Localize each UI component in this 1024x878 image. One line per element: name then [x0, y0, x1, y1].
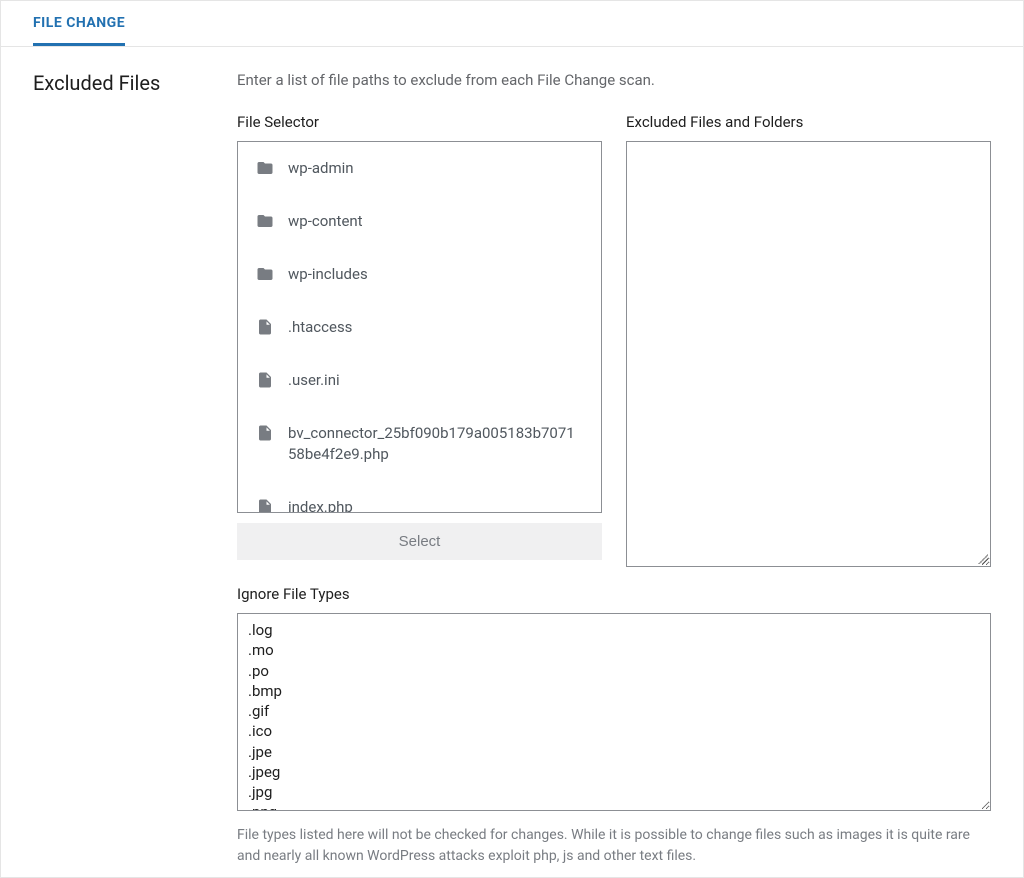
tab-bar: FILE CHANGE — [1, 1, 1023, 47]
section-title: Excluded Files — [33, 71, 213, 95]
ignore-help-text: File types listed here will not be check… — [237, 825, 991, 867]
folder-icon — [256, 265, 274, 283]
file-list[interactable]: wp-admin wp-content wp-includes .htaccess .u… — [238, 142, 601, 512]
file-item-label: wp-content — [288, 211, 363, 232]
section-description: Enter a list of file paths to exclude fr… — [237, 71, 991, 89]
file-icon — [256, 318, 274, 336]
list-item[interactable]: wp-includes — [238, 248, 601, 301]
tab-file-change[interactable]: FILE CHANGE — [33, 1, 125, 46]
file-selector-box: wp-admin wp-content wp-includes .htaccess .u… — [237, 141, 602, 513]
list-item[interactable]: .user.ini — [238, 354, 601, 407]
file-item-label: wp-admin — [288, 158, 354, 179]
file-selector-label: File Selector — [237, 113, 602, 131]
list-item[interactable]: index.php — [238, 481, 601, 512]
list-item[interactable]: .htaccess — [238, 301, 601, 354]
file-item-label: index.php — [288, 497, 353, 512]
file-icon — [256, 371, 274, 389]
ignore-label: Ignore File Types — [237, 585, 991, 603]
folder-icon — [256, 159, 274, 177]
file-item-label: wp-includes — [288, 264, 368, 285]
list-item[interactable]: bv_connector_25bf090b179a005183b707158be… — [238, 407, 601, 481]
excluded-files-box[interactable] — [626, 141, 991, 567]
list-item[interactable]: wp-admin — [238, 142, 601, 195]
select-button[interactable]: Select — [237, 523, 602, 560]
file-item-label: .user.ini — [288, 370, 340, 391]
ignore-file-types-textarea[interactable] — [237, 613, 991, 811]
file-item-label: bv_connector_25bf090b179a005183b707158be… — [288, 423, 583, 465]
excluded-label: Excluded Files and Folders — [626, 113, 991, 131]
file-icon — [256, 424, 274, 442]
folder-icon — [256, 212, 274, 230]
list-item[interactable]: wp-content — [238, 195, 601, 248]
file-icon — [256, 498, 274, 512]
file-item-label: .htaccess — [288, 317, 352, 338]
